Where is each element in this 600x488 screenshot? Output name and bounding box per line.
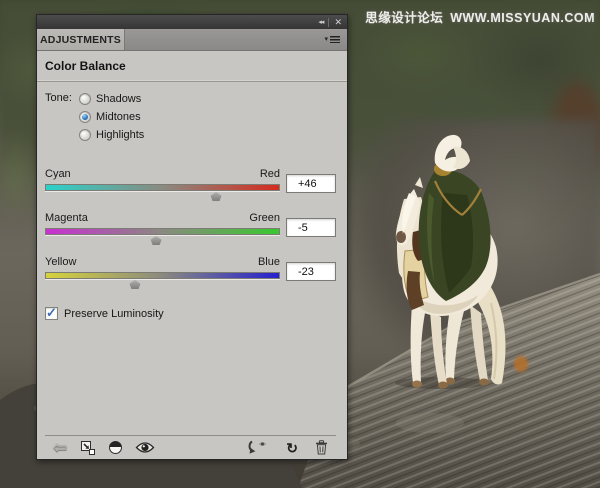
horse-and-rider bbox=[395, 134, 506, 389]
tone-label: Tone: bbox=[45, 92, 72, 104]
photoshop-workspace: 思缘设计论坛 WWW.MISSYUAN.COM ◂◂ ✕ ADJUSTMENTS… bbox=[0, 0, 600, 488]
tab-adjustments[interactable]: ADJUSTMENTS bbox=[37, 29, 125, 50]
magenta-green-gradient-bar bbox=[45, 228, 280, 235]
slider-left-label: Yellow bbox=[45, 256, 77, 268]
cyan-red-slider-track[interactable] bbox=[45, 183, 280, 201]
tone-options: Shadows Midtones Highlights bbox=[79, 90, 144, 144]
reset-arrow-icon: ↻ bbox=[286, 439, 298, 456]
adjustment-header: Color Balance bbox=[37, 51, 347, 82]
radio-midtones[interactable] bbox=[79, 111, 91, 123]
menu-triangle-icon: ▾ bbox=[324, 36, 328, 43]
yellow-blue-gradient-bar bbox=[45, 272, 280, 279]
yellow-blue-slider-group: Yellow Blue bbox=[45, 256, 336, 289]
tone-option-label: Midtones bbox=[96, 111, 141, 123]
tone-option-shadows[interactable]: Shadows bbox=[79, 90, 144, 108]
clip-to-layer-icon[interactable] bbox=[80, 438, 96, 458]
cyan-red-slider-group: Cyan Red bbox=[45, 168, 336, 201]
watermark-site-name: 思缘设计论坛 bbox=[365, 11, 444, 25]
slider-right-label: Green bbox=[249, 212, 280, 224]
adjustment-title: Color Balance bbox=[45, 59, 126, 73]
adjustments-panel: ◂◂ ✕ ADJUSTMENTS ▾ Color Balance Tone: S… bbox=[36, 14, 348, 460]
half-sphere-icon bbox=[109, 441, 123, 454]
slider-left-label: Magenta bbox=[45, 212, 88, 224]
titlebar-divider bbox=[328, 17, 330, 27]
panel-titlebar: ◂◂ ✕ bbox=[37, 15, 347, 29]
tone-option-label: Shadows bbox=[96, 93, 142, 105]
preserve-luminosity-checkbox[interactable] bbox=[45, 305, 58, 321]
yellow-blue-slider-thumb[interactable] bbox=[129, 280, 141, 289]
return-to-adjustment-list-icon[interactable]: ⇦ bbox=[53, 438, 67, 458]
view-previous-state-icon[interactable] bbox=[247, 438, 269, 458]
magenta-green-slider-thumb[interactable] bbox=[150, 236, 162, 245]
radio-highlights[interactable] bbox=[79, 129, 91, 141]
tone-option-midtones[interactable]: Midtones bbox=[79, 108, 144, 126]
preserve-luminosity-label: Preserve Luminosity bbox=[64, 307, 164, 320]
panel-menu-icon[interactable]: ▾ bbox=[317, 29, 347, 50]
panel-tabbar: ADJUSTMENTS ▾ bbox=[37, 29, 347, 51]
magenta-green-slider-track[interactable] bbox=[45, 227, 280, 245]
watermark-site-url: WWW.MISSYUAN.COM bbox=[450, 11, 595, 25]
adjustment-scope-icon[interactable] bbox=[109, 438, 123, 458]
yellow-blue-value-input[interactable] bbox=[286, 262, 336, 281]
yellow-blue-slider-track[interactable] bbox=[45, 271, 280, 289]
panel-toolbar: ⇦ ↻ bbox=[45, 435, 336, 459]
toolbar-right-group: ↻ bbox=[247, 438, 328, 458]
back-arrow-icon: ⇦ bbox=[53, 438, 68, 457]
watermark: 思缘设计论坛 WWW.MISSYUAN.COM bbox=[365, 7, 595, 26]
reset-to-defaults-icon[interactable]: ↻ bbox=[286, 438, 298, 458]
radio-shadows[interactable] bbox=[79, 93, 91, 105]
close-panel-icon[interactable]: ✕ bbox=[334, 17, 342, 27]
tone-group: Tone: Shadows Midtones Highlights bbox=[45, 90, 336, 144]
slider-right-label: Blue bbox=[257, 256, 280, 268]
slider-right-label: Red bbox=[259, 168, 280, 180]
magenta-green-value-input[interactable] bbox=[286, 218, 336, 237]
delete-adjustment-trash-icon[interactable] bbox=[315, 438, 328, 458]
slider-left-label: Cyan bbox=[45, 168, 71, 180]
cyan-red-slider-thumb[interactable] bbox=[210, 192, 222, 201]
menu-lines-icon bbox=[330, 36, 340, 43]
collapse-to-icons-icon[interactable]: ◂◂ bbox=[318, 19, 324, 26]
cyan-red-value-input[interactable] bbox=[286, 174, 336, 193]
cyan-red-gradient-bar bbox=[45, 184, 280, 191]
photo-orange-leaves bbox=[514, 356, 528, 372]
toggle-visibility-eye-icon[interactable] bbox=[135, 438, 155, 458]
tabbar-filler bbox=[125, 29, 317, 50]
magenta-green-slider-group: Magenta Green bbox=[45, 212, 336, 245]
preserve-luminosity-row[interactable]: Preserve Luminosity bbox=[45, 305, 336, 321]
tone-option-label: Highlights bbox=[96, 129, 145, 141]
tone-option-highlights[interactable]: Highlights bbox=[79, 126, 144, 144]
panel-content: Tone: Shadows Midtones Highlights Cyan R… bbox=[37, 82, 347, 459]
